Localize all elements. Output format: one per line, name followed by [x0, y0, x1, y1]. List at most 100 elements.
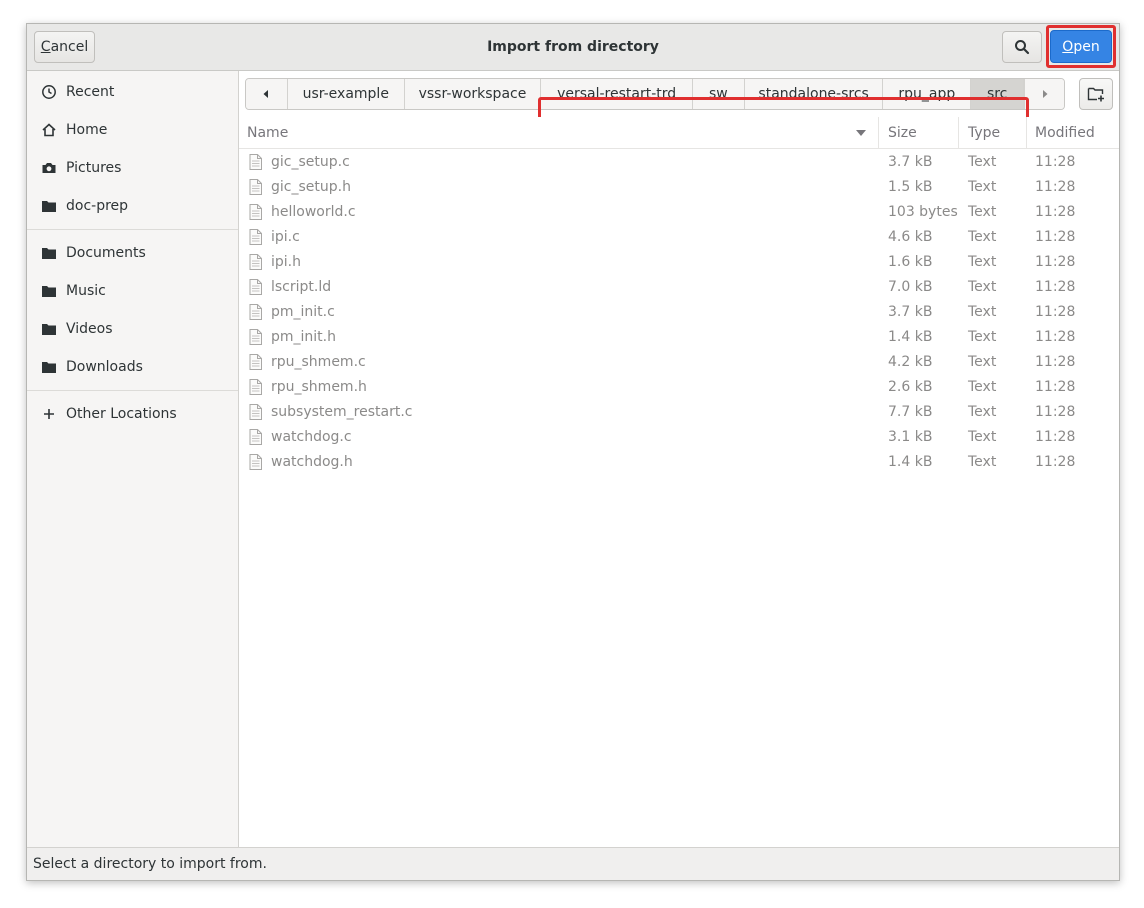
file-chooser-dialog: Cancel Import from directory Open Recent…: [26, 23, 1120, 881]
crumb-label: versal-restart-trd: [557, 86, 677, 102]
table-row[interactable]: helloworld.c 103 bytes Text 11:28: [239, 199, 1119, 224]
file-size: 103 bytes: [888, 203, 958, 220]
table-row[interactable]: ipi.c 4.6 kB Text 11:28: [239, 224, 1119, 249]
text-file-icon: [247, 149, 263, 174]
file-type: Text: [968, 403, 997, 420]
crumb-label: rpu_app: [898, 86, 956, 102]
list-header: Name Size Type Modified: [239, 117, 1119, 149]
file-size: 3.7 kB: [888, 153, 933, 170]
file-name: lscript.ld: [271, 278, 332, 295]
crumb-label: src: [986, 86, 1008, 102]
sidebar-item-music[interactable]: Music: [27, 272, 238, 310]
search-icon: [1015, 40, 1030, 55]
crumb-label: standalone-srcs: [758, 86, 869, 102]
sidebar-item-other-locations[interactable]: Other Locations: [27, 395, 238, 433]
sidebar-item-doc-prep[interactable]: doc-prep: [27, 187, 238, 225]
search-button[interactable]: [1002, 31, 1042, 63]
clock-icon: [41, 84, 57, 100]
text-file-icon: [247, 224, 263, 249]
text-file-icon: [247, 324, 263, 349]
table-row[interactable]: gic_setup.c 3.7 kB Text 11:28: [239, 149, 1119, 174]
column-header-type[interactable]: Type: [959, 117, 1027, 149]
file-size: 7.7 kB: [888, 403, 933, 420]
cancel-label: ancel: [50, 39, 89, 55]
path-crumb-usr-example[interactable]: usr-example: [287, 79, 405, 109]
sidebar-item-videos[interactable]: Videos: [27, 310, 238, 348]
sidebar-item-label: Other Locations: [66, 406, 177, 422]
file-modified: 11:28: [1035, 178, 1076, 195]
sidebar-item-label: Downloads: [66, 359, 143, 375]
path-crumb-standalone-srcs[interactable]: standalone-srcs: [744, 79, 884, 109]
file-name: rpu_shmem.c: [271, 353, 366, 370]
file-type: Text: [968, 178, 997, 195]
file-modified: 11:28: [1035, 403, 1076, 420]
file-list: Name Size Type Modified gic_setup.c 3.7 k…: [239, 117, 1119, 847]
table-row[interactable]: lscript.ld 7.0 kB Text 11:28: [239, 274, 1119, 299]
crumb-label: sw: [708, 86, 728, 102]
path-crumb-sw[interactable]: sw: [692, 79, 745, 109]
sidebar-item-recent[interactable]: Recent: [27, 73, 238, 111]
status-text: Select a directory to import from.: [33, 856, 267, 872]
plus-icon: [41, 406, 57, 422]
status-bar: Select a directory to import from.: [27, 847, 1119, 880]
file-type: Text: [968, 453, 997, 470]
sidebar-item-label: Documents: [66, 245, 146, 261]
table-row[interactable]: pm_init.c 3.7 kB Text 11:28: [239, 299, 1119, 324]
file-size: 3.1 kB: [888, 428, 933, 445]
column-header-name[interactable]: Name: [239, 117, 879, 149]
path-crumb-rpu-app[interactable]: rpu_app: [883, 79, 972, 109]
column-header-size[interactable]: Size: [879, 117, 959, 149]
file-modified: 11:28: [1035, 453, 1076, 470]
text-file-icon: [247, 424, 263, 449]
column-header-modified[interactable]: Modified: [1027, 117, 1119, 149]
open-button[interactable]: Open: [1050, 30, 1112, 63]
dialog-title: Import from directory: [487, 39, 659, 55]
file-size: 7.0 kB: [888, 278, 933, 295]
path-crumb-src[interactable]: src: [971, 79, 1025, 109]
table-row[interactable]: watchdog.h 1.4 kB Text 11:28: [239, 449, 1119, 474]
file-size: 2.6 kB: [888, 378, 933, 395]
file-type: Text: [968, 353, 997, 370]
file-type: Text: [968, 228, 997, 245]
text-file-icon: [247, 374, 263, 399]
folder-icon: [41, 321, 57, 337]
sidebar-item-downloads[interactable]: Downloads: [27, 348, 238, 386]
sidebar-item-documents[interactable]: Documents: [27, 234, 238, 272]
file-name: pm_init.c: [271, 303, 335, 320]
path-crumb-vssr-workspace[interactable]: vssr-workspace: [404, 79, 542, 109]
sidebar-item-home[interactable]: Home: [27, 111, 238, 149]
file-type: Text: [968, 428, 997, 445]
path-crumb-versal-restart-trd[interactable]: versal-restart-trd: [541, 79, 693, 109]
header-bar: Cancel Import from directory Open: [27, 24, 1119, 71]
path-scroll-left-button[interactable]: [246, 79, 288, 109]
sidebar-item-pictures[interactable]: Pictures: [27, 149, 238, 187]
file-type: Text: [968, 203, 997, 220]
file-modified: 11:28: [1035, 428, 1076, 445]
table-row[interactable]: rpu_shmem.h 2.6 kB Text 11:28: [239, 374, 1119, 399]
file-name: rpu_shmem.h: [271, 378, 367, 395]
file-modified: 11:28: [1035, 303, 1076, 320]
file-type: Text: [968, 378, 997, 395]
file-type: Text: [968, 153, 997, 170]
sidebar-item-label: Music: [66, 283, 106, 299]
text-file-icon: [247, 274, 263, 299]
open-mnemonic: O: [1062, 38, 1074, 55]
file-modified: 11:28: [1035, 153, 1076, 170]
file-type: Text: [968, 278, 997, 295]
file-type: Text: [968, 303, 997, 320]
new-folder-button[interactable]: [1079, 78, 1113, 110]
file-name: gic_setup.h: [271, 178, 351, 195]
cancel-button[interactable]: Cancel: [34, 31, 95, 63]
table-row[interactable]: pm_init.h 1.4 kB Text 11:28: [239, 324, 1119, 349]
text-file-icon: [247, 449, 263, 474]
table-row[interactable]: subsystem_restart.c 7.7 kB Text 11:28: [239, 399, 1119, 424]
column-label: Type: [968, 125, 1001, 141]
sidebar-separator: [27, 229, 238, 230]
table-row[interactable]: ipi.h 1.6 kB Text 11:28: [239, 249, 1119, 274]
file-size: 1.4 kB: [888, 328, 933, 345]
path-scroll-right-button[interactable]: [1024, 79, 1064, 109]
table-row[interactable]: gic_setup.h 1.5 kB Text 11:28: [239, 174, 1119, 199]
table-row[interactable]: watchdog.c 3.1 kB Text 11:28: [239, 424, 1119, 449]
table-row[interactable]: rpu_shmem.c 4.2 kB Text 11:28: [239, 349, 1119, 374]
crumb-label: usr-example: [302, 86, 389, 102]
